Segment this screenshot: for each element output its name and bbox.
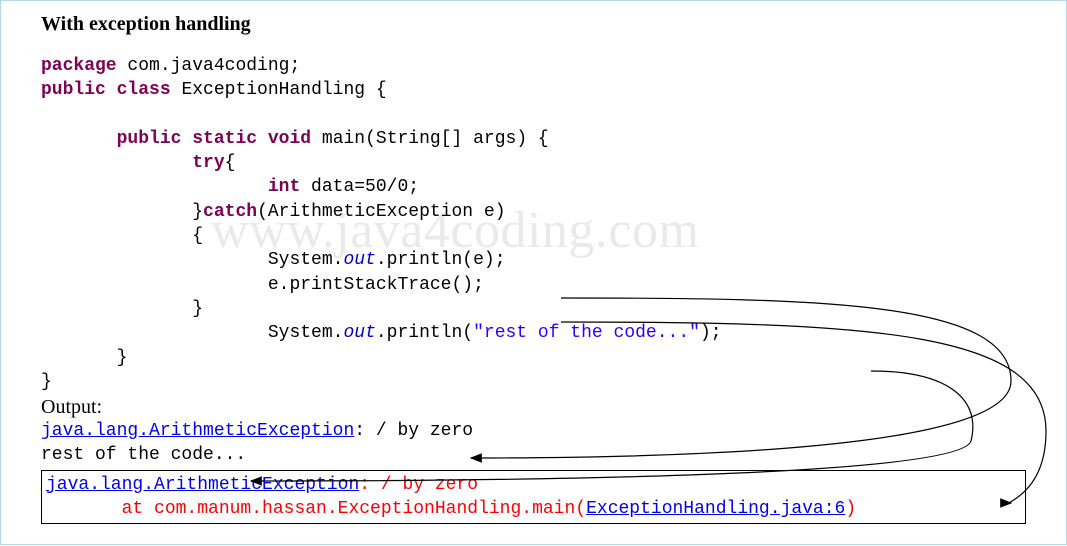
keyword-class: class <box>117 80 171 100</box>
trace-line2-link: ExceptionHandling.java:6 <box>586 499 845 519</box>
println-e: .println(e); <box>376 250 506 270</box>
keyword-int: int <box>268 177 300 197</box>
trace-line1-link: java.lang.ArithmeticException <box>46 475 359 495</box>
int-assign: data=50/0; <box>300 177 419 197</box>
catch-signature: (ArithmeticException e) <box>257 202 505 222</box>
out1: out <box>343 250 375 270</box>
class-close: } <box>41 372 52 392</box>
out2: out <box>343 323 375 343</box>
keyword-catch: catch <box>203 202 257 222</box>
output-label: Output: <box>41 396 1050 419</box>
stack-trace: java.lang.ArithmeticException: / by zero… <box>46 473 1021 522</box>
trace-line2-prefix: at com.manum.hassan.ExceptionHandling.ma… <box>46 499 586 519</box>
output-line1-link: java.lang.ArithmeticException <box>41 421 354 441</box>
try-close: } <box>192 202 203 222</box>
keyword-public2: public <box>117 129 182 149</box>
output-block: java.lang.ArithmeticException: / by zero… <box>41 419 1050 468</box>
trace-line2-suffix: ) <box>845 499 856 519</box>
trace-line1-tail: : / by zero <box>359 475 478 495</box>
sys2: System. <box>268 323 344 343</box>
println-rest-close: ); <box>700 323 722 343</box>
keyword-try: try <box>192 153 224 173</box>
package-name: com.java4coding; <box>117 56 301 76</box>
class-name: ExceptionHandling { <box>171 80 387 100</box>
string-rest: "rest of the code..." <box>473 323 700 343</box>
catch-open: { <box>192 226 203 246</box>
sys1: System. <box>268 250 344 270</box>
code-figure: www.java4coding.com With exception handl… <box>0 0 1067 545</box>
figure-title: With exception handling <box>41 13 1050 36</box>
code-block: package com.java4coding; public class Ex… <box>41 54 1050 394</box>
method-close: } <box>117 348 128 368</box>
output-line1-tail: : / by zero <box>354 421 473 441</box>
keyword-public: public <box>41 80 106 100</box>
println-rest-open: .println( <box>376 323 473 343</box>
keyword-static: static <box>192 129 257 149</box>
main-signature: main(String[] args) { <box>311 129 549 149</box>
stack-trace-box: java.lang.ArithmeticException: / by zero… <box>41 470 1026 525</box>
try-open: { <box>225 153 236 173</box>
keyword-package: package <box>41 56 117 76</box>
catch-close: } <box>192 299 203 319</box>
keyword-void: void <box>268 129 311 149</box>
print-stack-trace: e.printStackTrace(); <box>268 275 484 295</box>
output-line2: rest of the code... <box>41 445 246 465</box>
